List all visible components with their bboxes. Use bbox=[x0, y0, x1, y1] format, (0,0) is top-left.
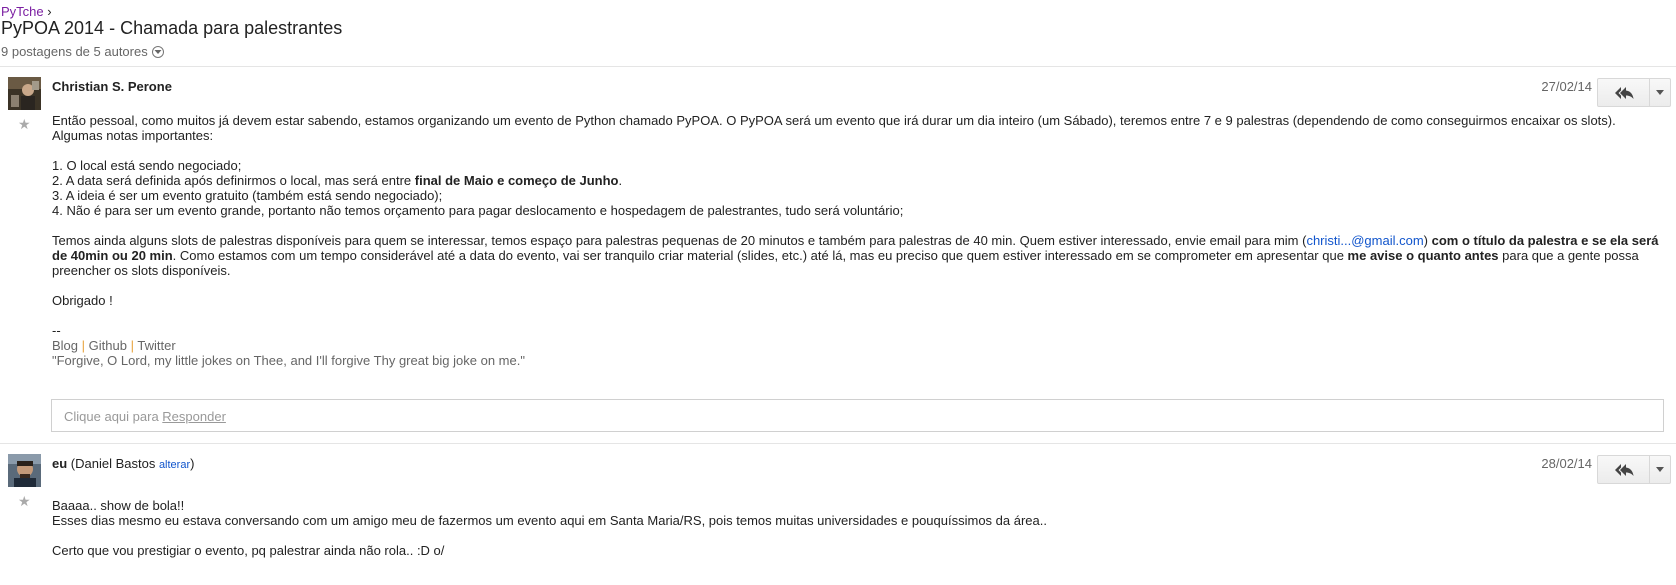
more-actions-button[interactable] bbox=[1650, 455, 1671, 484]
signature-separator: | bbox=[130, 338, 134, 353]
signature-separator: | bbox=[81, 338, 86, 353]
thread-page: PyTche › PyPOA 2014 - Chamada para pales… bbox=[0, 0, 1676, 585]
breadcrumb: PyTche › bbox=[1, 4, 52, 19]
list-item-bold: final de Maio e começo de Junho bbox=[414, 173, 619, 188]
signature-github-link[interactable]: Github bbox=[89, 338, 127, 353]
post-action-group bbox=[1597, 455, 1671, 484]
list-item-text: . bbox=[618, 173, 623, 188]
list-item-text: 2. A data será definida após definirmos … bbox=[52, 173, 415, 188]
post-paragraph: Certo que vou prestigiar o evento, pq pa… bbox=[52, 543, 1662, 558]
signature-links: Blog | Github | Twitter bbox=[52, 338, 1662, 353]
breadcrumb-group-link[interactable]: PyTche bbox=[1, 4, 44, 19]
more-actions-button[interactable] bbox=[1650, 78, 1671, 107]
post-text-line: Esses dias mesmo eu estava conversando c… bbox=[52, 513, 1047, 528]
post-date: 28/02/14 bbox=[1541, 456, 1592, 471]
list-item: 2. A data será definida após definirmos … bbox=[52, 173, 1662, 188]
post-body: Então pessoal, como muitos já devem esta… bbox=[52, 113, 1662, 383]
signature-dash: -- bbox=[52, 323, 61, 338]
post-text-bold: me avise o quanto antes bbox=[1347, 248, 1499, 263]
caret-down-icon bbox=[1656, 467, 1664, 472]
star-icon[interactable]: ★ bbox=[18, 494, 31, 508]
signature-quote: "Forgive, O Lord, my little jokes on The… bbox=[52, 353, 525, 368]
change-name-link[interactable]: alterar bbox=[159, 459, 190, 471]
author-name: eu bbox=[52, 456, 68, 471]
post-text-line: Obrigado ! bbox=[52, 293, 113, 308]
caret-down-icon bbox=[1656, 90, 1664, 95]
page-title: PyPOA 2014 - Chamada para palestrantes bbox=[1, 18, 343, 38]
list-item: 4. Não é para ser um evento grande, port… bbox=[52, 203, 904, 218]
post-text: ) bbox=[1423, 233, 1432, 248]
author-detail: ) bbox=[190, 456, 195, 471]
post-paragraph: Temos ainda alguns slots de palestras di… bbox=[52, 233, 1662, 278]
post-author: eu (Daniel Bastos alterar) bbox=[52, 456, 194, 471]
post-paragraph: Obrigado ! bbox=[52, 293, 1662, 308]
post-text-line: Baaaa.. show de bola!! bbox=[52, 498, 185, 513]
post-body: Baaaa.. show de bola!! Esses dias mesmo … bbox=[52, 498, 1662, 573]
post-text-line: Certo que vou prestigiar o evento, pq pa… bbox=[52, 543, 445, 558]
post-text-line: Algumas notas importantes: bbox=[52, 128, 214, 143]
reply-prompt: Clique aqui para bbox=[64, 409, 163, 424]
star-icon[interactable]: ★ bbox=[18, 117, 31, 131]
thread-meta: 9 postagens de 5 autores bbox=[1, 44, 164, 59]
reply-link[interactable]: Responder bbox=[162, 409, 226, 424]
breadcrumb-separator: › bbox=[47, 4, 52, 19]
post-paragraph: Baaaa.. show de bola!! Esses dias mesmo … bbox=[52, 498, 1662, 528]
post-text-line: Então pessoal, como muitos já devem esta… bbox=[52, 113, 1616, 128]
post-text: Temos ainda alguns slots de palestras di… bbox=[52, 233, 1307, 248]
post-notes-list: 1. O local está sendo negociado; 2. A da… bbox=[52, 158, 1662, 218]
post-author: Christian S. Perone bbox=[52, 79, 172, 94]
author-detail: (Daniel Bastos bbox=[67, 456, 159, 471]
email-link[interactable]: christi...@gmail.com bbox=[1306, 233, 1423, 248]
reply-all-button[interactable] bbox=[1597, 78, 1650, 107]
chevron-down-circle-icon[interactable] bbox=[151, 45, 164, 58]
post-paragraph: Então pessoal, como muitos já devem esta… bbox=[52, 113, 1662, 143]
reply-input[interactable]: Clique aqui para Responder bbox=[51, 399, 1664, 432]
divider bbox=[0, 443, 1676, 444]
reply-all-icon bbox=[1614, 463, 1633, 476]
reply-all-button[interactable] bbox=[1597, 455, 1650, 484]
avatar[interactable] bbox=[8, 77, 41, 110]
post-text: . Como estamos com um tempo considerável… bbox=[172, 248, 1348, 263]
signature: -- Blog | Github | Twitter "Forgive, O L… bbox=[52, 323, 1662, 368]
list-item: 3. A ideia é ser um evento gratuito (tam… bbox=[52, 188, 443, 203]
reply-all-icon bbox=[1614, 86, 1633, 99]
divider bbox=[0, 66, 1676, 67]
post-action-group bbox=[1597, 78, 1671, 107]
avatar[interactable] bbox=[8, 454, 41, 487]
thread-post-count: 9 postagens de 5 autores bbox=[1, 44, 148, 59]
list-item: 1. O local está sendo negociado; bbox=[52, 158, 242, 173]
signature-blog-link[interactable]: Blog bbox=[52, 338, 78, 353]
post-date: 27/02/14 bbox=[1541, 79, 1592, 94]
signature-twitter-link[interactable]: Twitter bbox=[137, 338, 175, 353]
author-name: Christian S. Perone bbox=[52, 79, 172, 94]
